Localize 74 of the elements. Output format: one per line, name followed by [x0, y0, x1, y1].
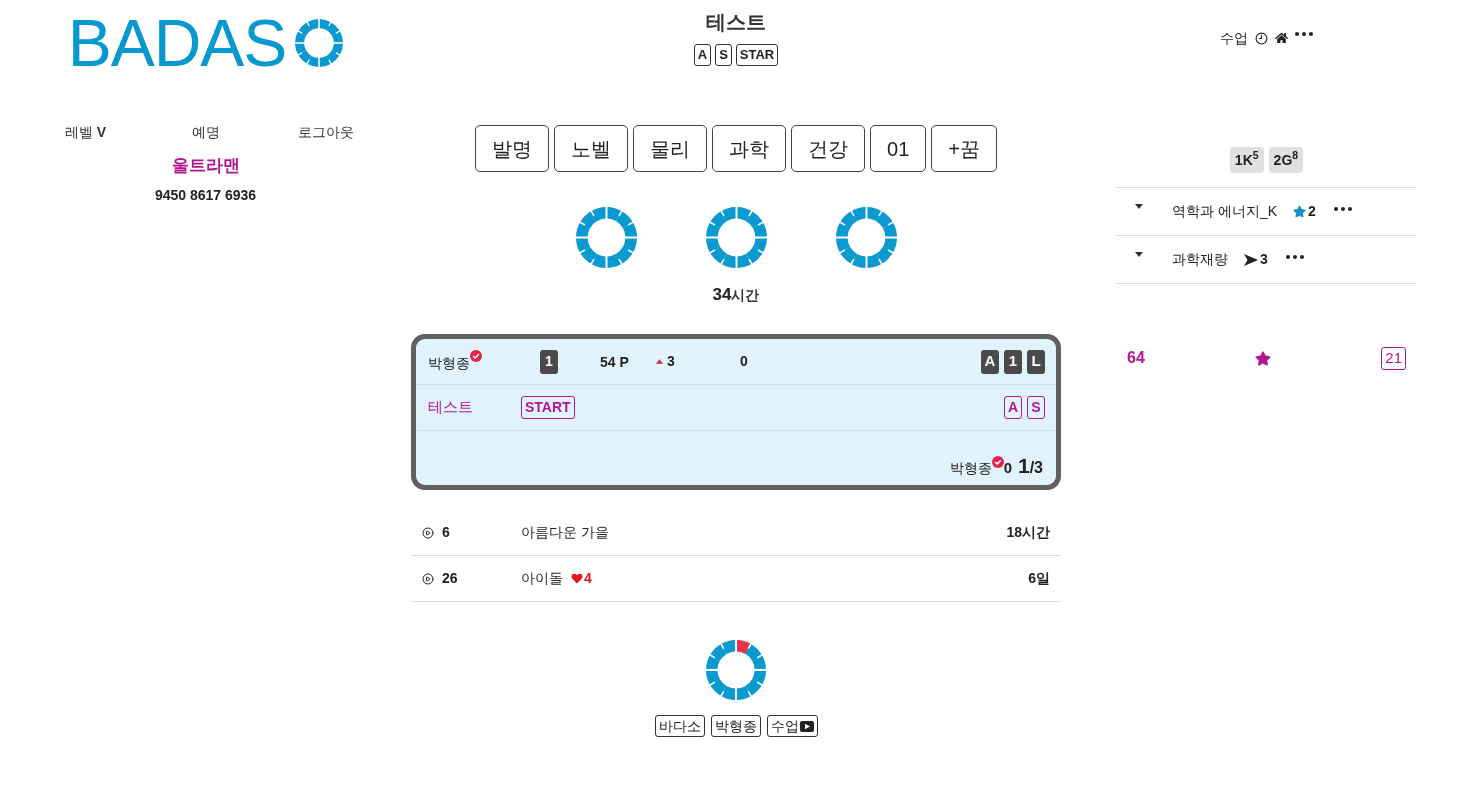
arrow-icon: [1244, 253, 1258, 266]
play-circle-icon: [422, 572, 434, 585]
player-name: 박형종: [428, 354, 470, 373]
grade-tag: A: [1004, 396, 1022, 419]
home-icon[interactable]: [1275, 32, 1288, 44]
nav-link[interactable]: 예명: [191, 122, 220, 142]
ring-icon: [575, 207, 637, 268]
stat-tag: 1K$^{5}$: [1229, 147, 1264, 173]
play-circle-icon: [422, 526, 434, 539]
footer-link-button[interactable]: 박형종: [710, 715, 761, 737]
score-value: 0: [1003, 458, 1012, 478]
task-title[interactable]: 테스트: [428, 396, 473, 419]
total-time-unit: 시간: [731, 286, 760, 305]
logo-text: BADAS: [67, 10, 287, 76]
time-ago: 18시간: [1006, 523, 1050, 542]
points-value: 64: [1127, 348, 1145, 368]
more-icon[interactable]: [1333, 206, 1352, 211]
course-title[interactable]: 역학과 에너지_K: [1172, 201, 1277, 222]
caret-down-icon[interactable]: [1135, 252, 1143, 257]
tag: S: [715, 44, 732, 66]
course-count: 2: [1308, 202, 1316, 221]
star-icon: [1293, 205, 1306, 218]
video-icon: [799, 720, 814, 732]
category-button[interactable]: 노벨: [554, 125, 629, 172]
footer-link-button[interactable]: 수업: [766, 715, 818, 737]
player-name: 박형종: [949, 459, 992, 478]
points-value: 54 P: [600, 353, 629, 370]
ring-logo-icon: [295, 19, 344, 67]
star-icon: [1255, 350, 1272, 366]
time-ago: 6일: [1028, 569, 1050, 588]
ring-icon: [835, 207, 897, 268]
menu-link[interactable]: 수업: [1220, 28, 1248, 48]
triangle-up-icon: [656, 359, 663, 364]
heart-icon: [571, 573, 583, 584]
tag: STAR: [735, 44, 779, 66]
category-button[interactable]: 01: [870, 125, 927, 172]
category-button[interactable]: 건강: [791, 125, 866, 172]
like-count: 4: [584, 569, 592, 588]
view-count: 6: [442, 523, 450, 542]
nav-link[interactable]: 레벨 V: [64, 122, 107, 142]
ring-icon: [706, 640, 766, 700]
activity-title[interactable]: 아이돌: [521, 568, 563, 589]
total-time-value: 34: [712, 284, 732, 306]
category-button[interactable]: 발명: [475, 125, 550, 172]
category-button[interactable]: +꿈: [931, 125, 997, 172]
page-title: 테스트: [706, 10, 766, 34]
category-button[interactable]: 과학: [712, 125, 787, 172]
level-tag: A: [981, 349, 999, 374]
change-value: 3: [667, 352, 675, 371]
score-value: 0: [740, 352, 748, 371]
more-icon[interactable]: [1295, 32, 1313, 36]
ring-icon: [705, 207, 767, 268]
nickname: 울트라맨: [171, 155, 240, 177]
grade-tag: S: [1027, 396, 1045, 419]
caret-down-icon[interactable]: [1135, 204, 1143, 209]
progress-current: 1: [1017, 454, 1030, 478]
start-tag: START: [521, 396, 575, 419]
level-tag: 1: [1004, 349, 1022, 374]
level-tag: L: [1027, 349, 1045, 374]
progress-total: /3: [1029, 458, 1043, 478]
rank-tag: 1: [540, 349, 558, 374]
view-count: 26: [442, 569, 458, 588]
count-tag: 21: [1381, 346, 1406, 370]
tag: A: [693, 44, 712, 66]
footer-link-button[interactable]: 바다소: [654, 715, 705, 737]
activity-title[interactable]: 아름다운 가을: [521, 522, 609, 543]
stat-tag: 2G$^{8}$: [1268, 147, 1304, 173]
clock-icon[interactable]: [1255, 31, 1268, 45]
course-title[interactable]: 과학재량: [1172, 249, 1228, 270]
nav-link[interactable]: 로그아웃: [297, 122, 354, 142]
member-code: 9450 8617 6936: [154, 186, 257, 205]
category-button[interactable]: 물리: [633, 125, 708, 172]
more-icon[interactable]: [1285, 254, 1304, 259]
course-count: 3: [1260, 250, 1268, 269]
